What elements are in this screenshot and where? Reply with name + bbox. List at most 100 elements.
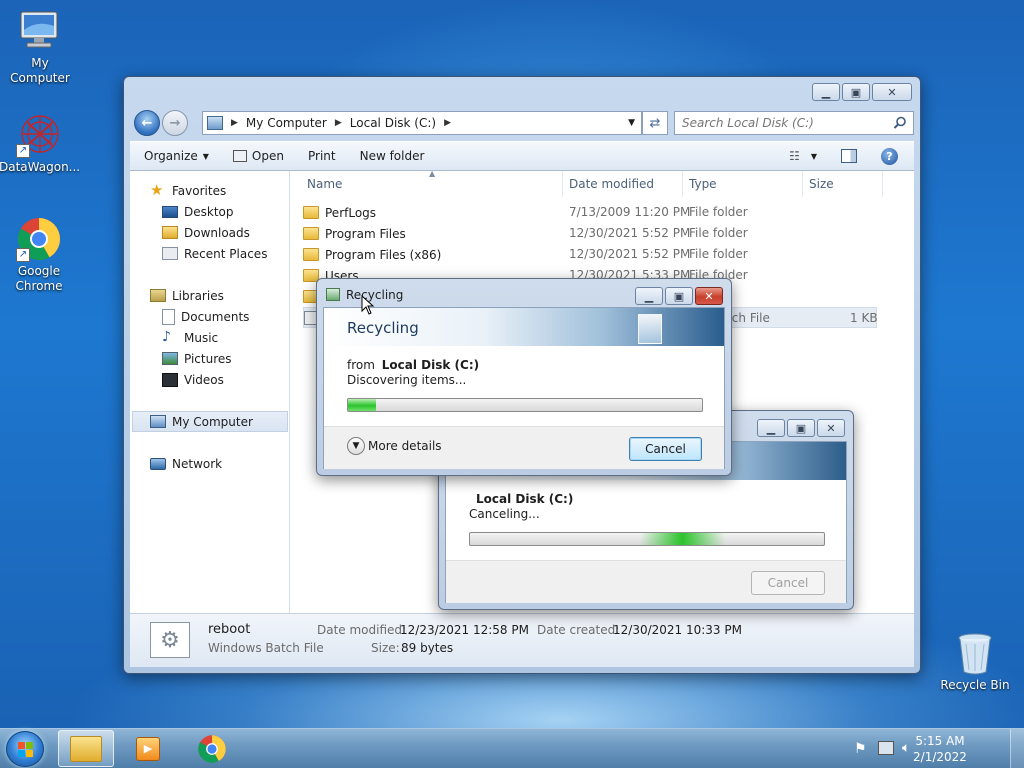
nav-documents[interactable]: Documents	[162, 306, 249, 327]
command-bar: Organize ▼ Open Print New folder ☷ ▼ ?	[130, 141, 914, 171]
column-label: Date modified	[569, 177, 655, 191]
nav-label: Desktop	[184, 204, 234, 219]
breadcrumb-arrow-icon: ▶	[334, 118, 342, 128]
view-options-button[interactable]: ☷ ▼	[777, 142, 829, 170]
nav-music[interactable]: ♪ Music	[162, 327, 218, 348]
nav-pictures[interactable]: Pictures	[162, 348, 232, 369]
desktop-icon-google-chrome[interactable]: ↗ Google Chrome	[0, 216, 79, 294]
help-icon: ?	[881, 147, 898, 165]
close-button[interactable]: ✕	[817, 419, 845, 437]
minimize-button[interactable]: ▁	[635, 287, 663, 305]
nav-label: Favorites	[172, 183, 227, 198]
nav-network[interactable]: Network	[150, 453, 222, 474]
details-pane: ⚙ reboot Windows Batch File Date modifie…	[130, 613, 914, 667]
action-center-flag-icon[interactable]: ⚑	[854, 741, 867, 757]
canceling-cancel-button[interactable]: Cancel	[751, 571, 825, 595]
shortcut-arrow-icon: ↗	[16, 144, 30, 158]
help-button[interactable]: ?	[869, 142, 914, 170]
clock-time: 5:15 AM	[915, 734, 965, 748]
maximize-button[interactable]: ▣	[787, 419, 815, 437]
search-box[interactable]	[674, 111, 914, 135]
nav-videos[interactable]: Videos	[162, 369, 224, 390]
file-row-perflogs[interactable]: PerfLogs 7/13/2009 11:20 PM File folder	[303, 202, 863, 223]
computer-small-icon	[207, 116, 223, 130]
recycling-progress-bar	[347, 398, 703, 412]
nav-desktop[interactable]: Desktop	[162, 201, 234, 222]
breadcrumb-local-disk[interactable]: Local Disk (C:)	[350, 116, 436, 130]
desktop-icon-datawagon[interactable]: ↗ DataWagon...	[0, 112, 80, 175]
file-date: 12/30/2021 5:52 PM	[569, 247, 691, 261]
breadcrumb-my-computer[interactable]: My Computer	[246, 116, 327, 130]
column-header-name[interactable]: Name ▲	[291, 169, 563, 197]
view-list-icon: ☷	[789, 149, 800, 163]
column-header-size[interactable]: Size	[803, 171, 883, 197]
maximize-button[interactable]: ▣	[842, 83, 870, 101]
canceling-status: Canceling...	[469, 507, 540, 521]
nav-libraries[interactable]: Libraries	[150, 285, 224, 306]
file-row-program-files[interactable]: Program Files 12/30/2021 5:52 PM File fo…	[303, 223, 863, 244]
forward-button[interactable]: →	[162, 110, 188, 136]
recycling-cancel-button[interactable]: Cancel	[629, 437, 702, 461]
column-label: Type	[689, 177, 717, 191]
dialog-caption-buttons: ▁ ▣ ✕	[635, 287, 723, 305]
close-button[interactable]: ✕	[695, 287, 723, 305]
folder-icon	[303, 206, 319, 219]
start-button[interactable]	[6, 731, 44, 767]
refresh-button[interactable]: ⇄	[642, 111, 668, 135]
close-button[interactable]: ✕	[872, 83, 912, 101]
file-type: File folder	[689, 205, 748, 219]
videos-icon	[162, 372, 178, 387]
downloads-folder-icon	[162, 226, 178, 239]
print-button[interactable]: Print	[296, 142, 348, 170]
nav-favorites[interactable]: ★ Favorites	[150, 180, 226, 201]
banner-glow-icon	[638, 314, 662, 344]
address-dropdown-icon[interactable]: ▼	[628, 118, 635, 128]
recycling-dialog-body: Recycling from Local Disk (C:) Discoveri…	[323, 307, 725, 469]
open-label: Open	[251, 149, 284, 163]
desktop-icon-my-computer[interactable]: My Computer	[0, 8, 80, 86]
desktop-icon	[162, 205, 178, 218]
new-folder-button[interactable]: New folder	[348, 142, 437, 170]
show-desktop-button[interactable]	[1010, 729, 1024, 768]
nav-downloads[interactable]: Downloads	[162, 222, 250, 243]
details-modified-label: Date modified:	[317, 623, 407, 637]
open-button[interactable]: Open	[221, 142, 296, 170]
print-label: Print	[307, 149, 336, 163]
preview-pane-button[interactable]	[829, 142, 869, 170]
system-clock[interactable]: 5:15 AM 2/1/2022	[910, 733, 970, 765]
details-size-label: Size:	[371, 641, 400, 655]
star-icon: ★	[150, 180, 164, 199]
minimize-button[interactable]: ▁	[812, 83, 840, 101]
file-name: Program Files	[325, 226, 406, 241]
search-input[interactable]	[682, 116, 882, 130]
minimize-button[interactable]: ▁	[757, 419, 785, 437]
gear-file-icon: ⚙	[150, 622, 190, 658]
nav-my-computer[interactable]: My Computer	[132, 411, 288, 432]
network-status-icon[interactable]	[878, 741, 894, 755]
clock-date: 2/1/2022	[913, 750, 967, 764]
maximize-button[interactable]: ▣	[665, 287, 693, 305]
column-header-date-modified[interactable]: Date modified	[563, 171, 683, 197]
back-button[interactable]: ←	[134, 110, 160, 136]
more-details-toggle[interactable]: ▼ More details	[347, 437, 442, 455]
column-label: Size	[809, 177, 834, 191]
taskbar-chrome-button[interactable]	[184, 730, 240, 767]
address-bar[interactable]: ▶ My Computer ▶ Local Disk (C:) ▶ ▼	[202, 111, 642, 135]
nav-recent-places[interactable]: Recent Places	[162, 243, 267, 264]
taskbar-explorer-button[interactable]	[58, 730, 114, 767]
desktop-icon-recycle-bin[interactable]: Recycle Bin	[935, 630, 1015, 693]
taskbar-media-player-button[interactable]: ▶	[120, 730, 176, 767]
recycling-status: Discovering items...	[347, 373, 467, 387]
restore-icon: ▣	[673, 289, 685, 303]
details-created-label: Date created:	[537, 623, 620, 637]
file-name: PerfLogs	[325, 205, 377, 220]
search-icon[interactable]	[893, 116, 907, 130]
file-size: 1 KB	[850, 311, 878, 325]
restore-icon: ▣	[795, 421, 807, 435]
file-row-program-files-x86[interactable]: Program Files (x86) 12/30/2021 5:52 PM F…	[303, 244, 863, 265]
nav-label: Music	[184, 330, 219, 345]
organize-button[interactable]: Organize ▼	[130, 142, 221, 170]
mouse-cursor-icon	[361, 295, 375, 315]
file-date: 12/30/2021 5:52 PM	[569, 226, 691, 240]
column-header-type[interactable]: Type	[683, 171, 803, 197]
